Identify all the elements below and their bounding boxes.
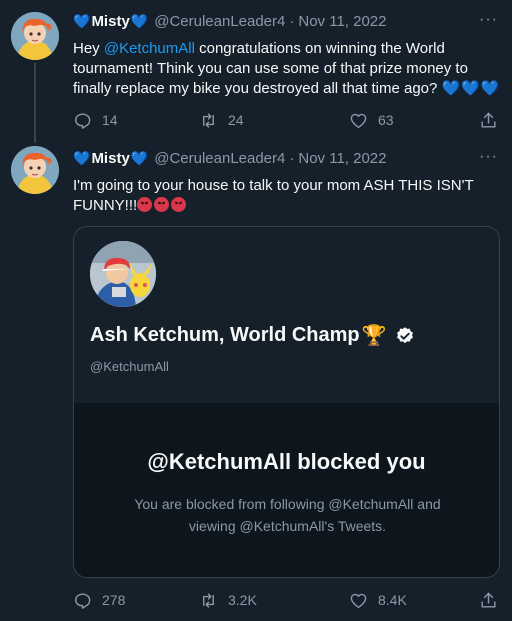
blocked-title: @KetchumAll blocked you — [147, 449, 426, 474]
display-name[interactable]: Misty — [91, 150, 129, 167]
reply-button[interactable]: 278 — [73, 591, 125, 610]
tweet-text: Hey @KetchumAll congratulations on winni… — [73, 39, 503, 99]
avatar[interactable] — [11, 12, 59, 60]
tweet-2[interactable]: 💙 Misty 💙 @CeruleanLeader4 · Nov 11, 202… — [0, 140, 512, 621]
card-avatar — [88, 239, 158, 309]
reply-count: 278 — [102, 592, 126, 608]
tweet-text-content: I'm going to your house to talk to your … — [73, 177, 474, 214]
blue-heart-icon: 💙 — [73, 149, 91, 166]
like-count: 8.4K — [378, 592, 407, 608]
tweet-actions: 278 3.2K 8.4K — [73, 590, 499, 610]
card-handle: @KetchumAll — [90, 359, 169, 374]
blocked-description: You are blocked from following @KetchumA… — [134, 496, 441, 534]
heart-icon — [350, 593, 367, 608]
card-display-name: Ash Ketchum, World Champ 🏆 — [90, 323, 415, 348]
heart-icon — [350, 113, 367, 128]
like-count: 63 — [378, 112, 394, 128]
tweet-header: 💙 Misty 💙 @CeruleanLeader4 · Nov 11, 202… — [73, 11, 387, 31]
tweet-date[interactable]: Nov 11, 2022 — [298, 150, 386, 167]
tweet-header: 💙 Misty 💙 @CeruleanLeader4 · Nov 11, 202… — [73, 148, 387, 168]
reply-button[interactable]: 14 — [73, 111, 118, 130]
separator-dot: · — [289, 12, 295, 30]
angry-face-icon — [154, 197, 170, 212]
retweet-icon — [203, 112, 214, 128]
share-icon — [481, 112, 496, 128]
like-button[interactable]: 8.4K — [349, 591, 407, 610]
angry-face-icon — [171, 197, 187, 212]
blue-heart-icon: 💙 — [73, 12, 91, 29]
user-handle[interactable]: @CeruleanLeader4 — [154, 13, 285, 30]
more-options-icon[interactable]: ··· — [479, 149, 498, 165]
angry-face-icon — [137, 197, 153, 212]
user-handle[interactable]: @CeruleanLeader4 — [154, 150, 285, 167]
like-button[interactable]: 63 — [349, 111, 394, 130]
reply-icon — [75, 112, 91, 129]
share-button[interactable] — [479, 111, 498, 130]
mention-link[interactable]: @KetchumAll — [104, 40, 195, 57]
display-name[interactable]: Misty — [91, 13, 129, 30]
blocked-notice — [74, 403, 499, 577]
avatar[interactable] — [11, 146, 59, 194]
tweet-date[interactable]: Nov 11, 2022 — [298, 13, 386, 30]
retweet-count: 24 — [228, 112, 244, 128]
separator-dot: · — [289, 149, 295, 167]
retweet-icon — [203, 592, 214, 608]
share-icon — [481, 592, 496, 608]
retweet-button[interactable]: 3.2K — [199, 591, 257, 610]
blue-hearts-emoji: 💙💙💙 — [441, 80, 501, 97]
card-name-text: Ash Ketchum, World Champ — [90, 324, 360, 346]
reply-icon — [75, 592, 91, 609]
tweet-1[interactable]: 💙 Misty 💙 @CeruleanLeader4 · Nov 11, 202… — [0, 0, 512, 140]
retweet-button[interactable]: 24 — [199, 111, 244, 130]
share-button[interactable] — [479, 591, 498, 610]
blue-heart-icon: 💙 — [130, 12, 149, 29]
more-options-icon[interactable]: ··· — [479, 12, 498, 28]
trophy-icon: 🏆 — [361, 325, 387, 347]
tweet-text-start: Hey — [73, 40, 104, 57]
embedded-profile-card[interactable]: Ash Ketchum, World Champ 🏆 @KetchumAll @… — [73, 226, 500, 578]
tweet-text: I'm going to your house to talk to your … — [73, 176, 503, 216]
retweet-count: 3.2K — [228, 592, 257, 608]
reply-count: 14 — [102, 112, 118, 128]
blue-heart-icon: 💙 — [130, 149, 149, 166]
verified-badge-icon — [396, 326, 413, 343]
tweet-actions: 14 24 63 — [73, 110, 499, 130]
